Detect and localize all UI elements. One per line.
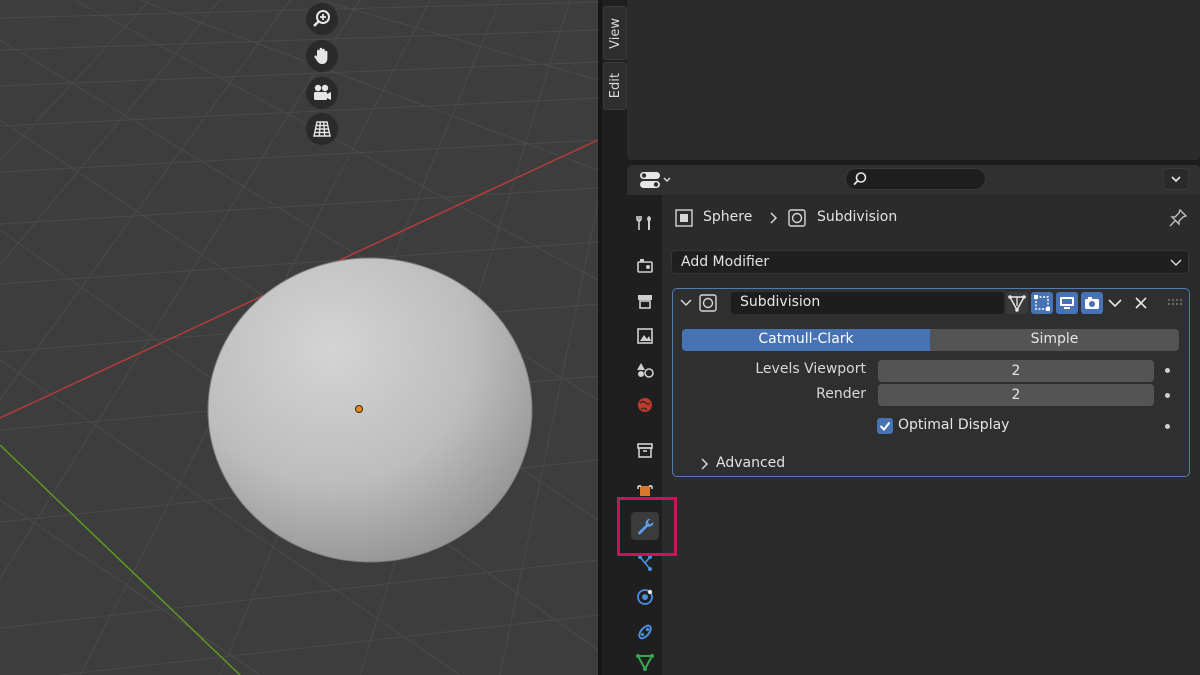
view-layer-tab-icon[interactable] <box>631 322 659 350</box>
collapse-chevron-icon[interactable] <box>680 298 692 308</box>
close-icon[interactable] <box>1135 297 1147 309</box>
modifier-tab-highlight <box>617 497 677 556</box>
object-tab-icon[interactable] <box>631 480 659 498</box>
grid-icon[interactable] <box>306 113 338 145</box>
add-modifier-dropdown[interactable]: Add Modifier <box>671 250 1189 274</box>
breadcrumb-modifier: Subdivision <box>817 209 898 225</box>
chevron-right-icon <box>701 458 709 470</box>
add-modifier-label: Add Modifier <box>681 254 770 270</box>
subdivision-modifier-icon <box>788 209 806 227</box>
y-axis-line <box>0 444 241 675</box>
render-tab-icon[interactable] <box>631 252 659 280</box>
viewport-grid <box>0 0 598 675</box>
physics-tab-icon[interactable] <box>631 583 659 611</box>
upper-editor-area <box>627 0 1200 160</box>
collection-tab-icon[interactable] <box>631 436 659 464</box>
chevron-right-icon <box>770 212 778 224</box>
breadcrumb: Sphere Subdivision <box>675 208 915 228</box>
drag-handle-icon[interactable] <box>1167 298 1183 306</box>
search-icon <box>853 172 867 186</box>
render-toggle-icon[interactable] <box>1081 292 1103 314</box>
checkmark-icon <box>879 421 891 432</box>
pan-hand-icon[interactable] <box>306 40 338 72</box>
object-origin <box>355 405 363 413</box>
constraints-tab-icon[interactable] <box>631 618 659 646</box>
advanced-subpanel-header[interactable]: Advanced <box>700 455 820 473</box>
levels-viewport-field[interactable]: 2 <box>878 360 1154 382</box>
output-tab-icon[interactable] <box>631 287 659 315</box>
modifier-menu-chevron-icon[interactable] <box>1108 298 1122 308</box>
optimal-display-label: Optimal Display <box>898 417 1010 433</box>
advanced-label: Advanced <box>716 455 786 471</box>
levels-viewport-value: 2 <box>1011 363 1021 379</box>
editor-type-dropdown[interactable] <box>636 169 676 191</box>
optimal-display-checkbox[interactable] <box>877 418 893 434</box>
options-dropdown[interactable] <box>1163 168 1189 190</box>
render-levels-label: Render <box>816 386 866 402</box>
modifier-name-text: Subdivision <box>740 294 821 310</box>
world-tab-icon[interactable] <box>631 391 659 419</box>
edit-mode-toggle-icon[interactable] <box>1031 292 1053 314</box>
sphere-object <box>207 257 533 563</box>
keyframe-dot-icon[interactable] <box>1165 368 1170 373</box>
keyframe-dot-icon[interactable] <box>1165 393 1170 398</box>
catmull-clark-option[interactable]: Catmull-Clark <box>682 329 930 351</box>
simple-option[interactable]: Simple <box>930 329 1179 351</box>
on-cage-toggle-icon[interactable] <box>1006 292 1028 314</box>
pin-icon[interactable] <box>1168 208 1188 228</box>
camera-icon[interactable] <box>306 77 338 109</box>
object-square-icon <box>675 209 693 227</box>
keyframe-dot-icon[interactable] <box>1165 424 1170 429</box>
realtime-viewport-toggle-icon[interactable] <box>1056 292 1078 314</box>
tool-tab-icon[interactable] <box>631 209 659 237</box>
tab-edit-label: Edit <box>607 73 623 99</box>
chevron-down-icon <box>1171 176 1181 183</box>
modifier-name-input[interactable]: Subdivision <box>731 292 1004 314</box>
properties-search-input[interactable] <box>845 168 986 190</box>
tab-view[interactable]: View <box>603 6 627 60</box>
subdivision-modifier-panel <box>672 288 1190 477</box>
data-tab-icon[interactable] <box>631 652 659 675</box>
render-levels-value: 2 <box>1011 387 1021 403</box>
chevron-down-icon <box>1170 259 1182 267</box>
scene-tab-icon[interactable] <box>631 356 659 384</box>
levels-viewport-label: Levels Viewport <box>755 361 866 377</box>
subdivision-modifier-icon <box>699 294 717 312</box>
render-levels-field[interactable]: 2 <box>878 384 1154 406</box>
breadcrumb-object: Sphere <box>703 209 753 225</box>
catmull-clark-label: Catmull-Clark <box>758 331 854 347</box>
3d-viewport[interactable] <box>0 0 598 675</box>
simple-label: Simple <box>1030 331 1079 347</box>
viewport-sidebar-tabs: View Edit <box>602 0 627 675</box>
tab-edit[interactable]: Edit <box>603 62 627 110</box>
tab-view-label: View <box>607 17 623 49</box>
zoom-icon[interactable] <box>306 3 338 35</box>
